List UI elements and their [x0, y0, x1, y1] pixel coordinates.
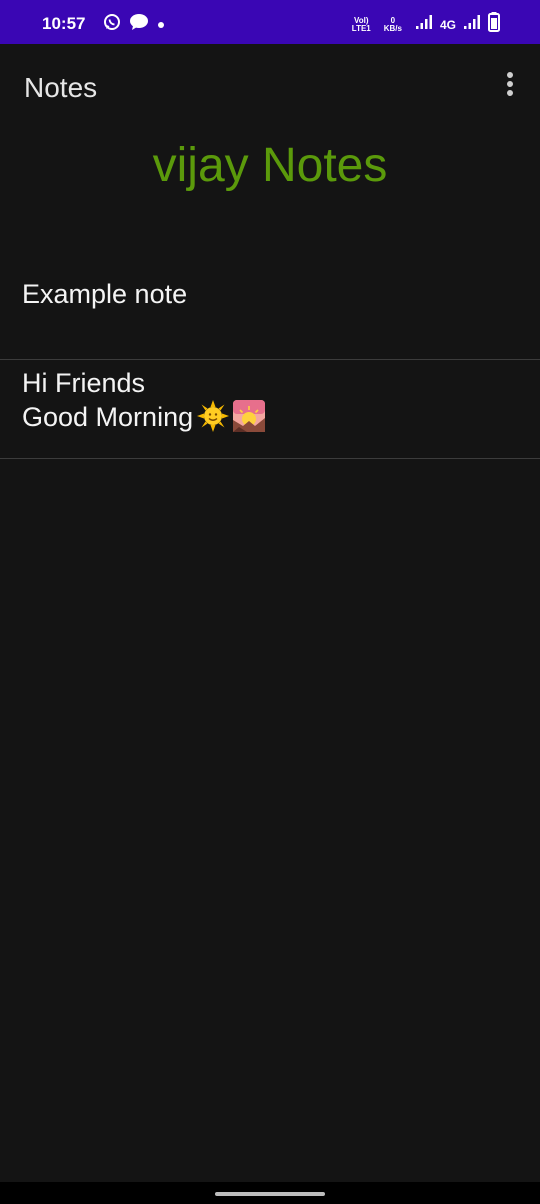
battery-icon — [488, 12, 500, 37]
navigation-bar — [0, 1182, 540, 1204]
status-bar: 10:57 Vol) LTE1 0 KB/s 4G — [0, 0, 540, 44]
status-time: 10:57 — [42, 14, 86, 33]
more-vert-icon[interactable] — [504, 72, 516, 102]
note-text: Example note — [22, 279, 188, 309]
volte-indicator: Vol) LTE1 — [351, 15, 371, 33]
toolbar-title: Notes — [24, 72, 98, 103]
network-type: 4G — [439, 17, 456, 32]
signal-icon — [463, 14, 481, 35]
network-speed: 0 KB/s — [383, 15, 402, 33]
chat-bubble-icon — [129, 13, 149, 36]
note-content: Hi Friends Good Morning — [22, 367, 518, 437]
home-gesture-handle[interactable] — [215, 1192, 325, 1196]
notification-icons — [103, 13, 165, 36]
notification-dot-icon — [157, 16, 165, 34]
list-item[interactable]: Example note — [0, 260, 540, 360]
sunrise-over-mountains-icon — [233, 400, 266, 437]
status-indicators: Vol) LTE1 0 KB/s 4G — [352, 12, 500, 37]
list-item[interactable]: Hi Friends Good Morning — [0, 360, 540, 459]
app-toolbar: Notes — [0, 44, 540, 132]
signal-icon — [415, 14, 433, 35]
whatsapp-icon — [103, 13, 121, 36]
sun-with-face-icon — [197, 400, 230, 437]
notes-screen: 10:57 Vol) LTE1 0 KB/s 4G Notes vijay No… — [0, 0, 540, 1204]
page-heading: vijay Notes — [152, 139, 388, 192]
note-text: Hi Friends Good Morning — [22, 368, 194, 432]
notes-list: Example note Hi Friends Good Morning — [0, 260, 540, 459]
